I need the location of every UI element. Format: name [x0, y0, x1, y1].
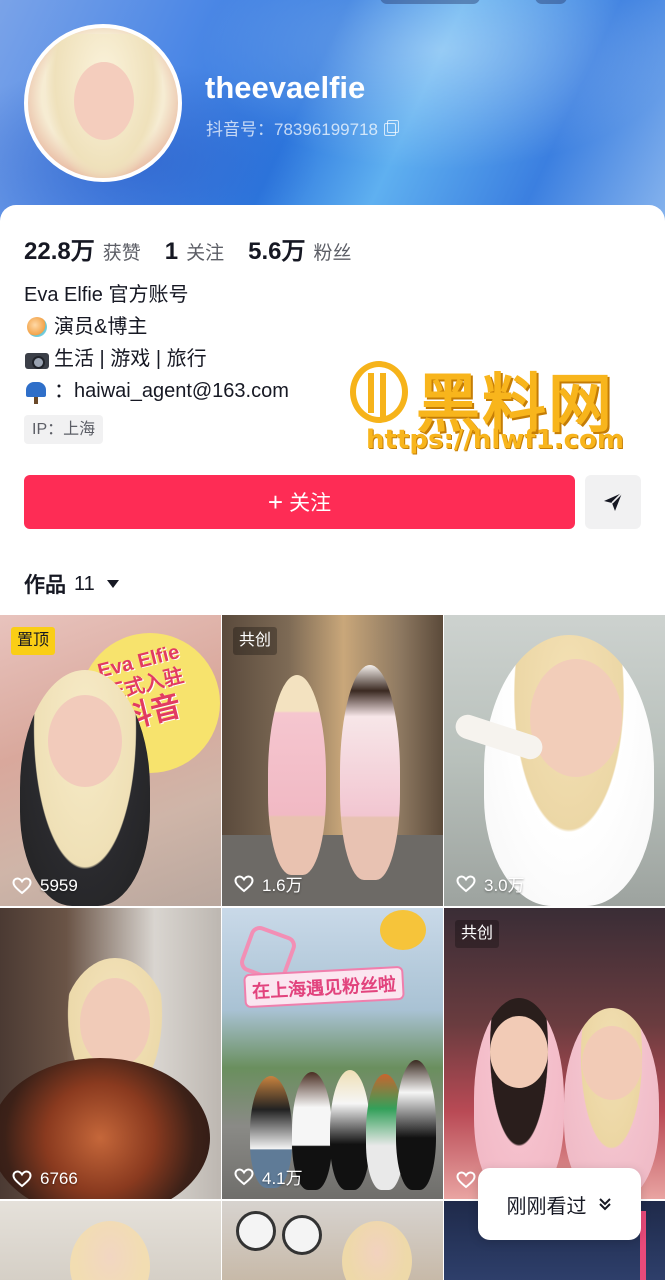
- video-tile[interactable]: 共创: [444, 908, 665, 1199]
- ip-location-badge: IP：上海: [24, 415, 104, 444]
- like-count-text: 4.1万: [262, 1169, 303, 1188]
- like-count: 6766: [12, 1169, 78, 1189]
- bio-text: 演员&博主: [54, 316, 148, 338]
- like-count: 5959: [12, 876, 78, 896]
- person-face: [490, 1016, 548, 1088]
- status-pill: [380, 0, 480, 4]
- like-count-text: 3.0万: [484, 876, 525, 895]
- video-tile[interactable]: 共创 1.6万: [222, 615, 443, 906]
- like-count: 4.1万: [234, 1164, 303, 1189]
- heart-icon: [234, 874, 254, 892]
- person-face: [80, 978, 150, 1068]
- heart-icon: [456, 1171, 476, 1189]
- follow-label: 关注: [289, 492, 332, 515]
- video-tile[interactable]: 6766: [0, 908, 221, 1199]
- likes-label[interactable]: 获赞: [103, 238, 141, 265]
- bio-text: 生活 | 游戏 | 旅行: [54, 348, 207, 370]
- person-figure: [268, 675, 326, 875]
- avatar-face: [74, 62, 134, 140]
- collab-badge: 共创: [455, 920, 500, 948]
- person-figure: [396, 1060, 436, 1190]
- works-count: 11: [74, 572, 95, 595]
- person-face: [582, 1026, 642, 1100]
- person-figure: [340, 665, 400, 880]
- send-icon: [604, 492, 623, 511]
- video-tile[interactable]: [222, 1201, 443, 1280]
- follow-button[interactable]: + 关注: [24, 475, 575, 529]
- person-figure: [330, 1070, 370, 1190]
- plus-icon: +: [267, 487, 284, 517]
- like-count: 1.6万: [234, 871, 303, 896]
- video-tile[interactable]: 3.0万: [444, 615, 665, 906]
- share-button[interactable]: [585, 475, 641, 529]
- bio-text: Eva Elfie 官方账号: [24, 284, 189, 306]
- bio-text: ：haiwai_agent@163.com: [54, 380, 289, 402]
- panda-toy: [282, 1215, 322, 1255]
- bio-line: Eva Elfie 官方账号: [24, 279, 289, 311]
- video-tile[interactable]: 在上海遇见粉丝啦 4.1万: [222, 908, 443, 1199]
- recently-viewed-label: 刚刚看过: [506, 1195, 587, 1218]
- like-count-text: 5959: [40, 876, 78, 895]
- caret-down-icon: [106, 580, 119, 588]
- video-tile[interactable]: Eva Elfie 正式入驻 抖音 置顶 5959: [0, 615, 221, 906]
- douyin-id-text: 抖音号：78396199718: [206, 120, 379, 139]
- works-tab-label: 作品: [24, 574, 66, 597]
- heart-icon: [234, 1167, 254, 1185]
- works-tab[interactable]: 作品 11: [24, 569, 119, 599]
- copy-icon[interactable]: [384, 120, 400, 136]
- following-label[interactable]: 关注: [186, 238, 224, 265]
- person-face: [530, 659, 622, 777]
- person-face: [48, 695, 122, 787]
- emoji-sticker: [380, 910, 426, 950]
- heart-icon: [456, 874, 476, 892]
- bio-line: 演员&博主: [24, 311, 289, 343]
- avatar[interactable]: [24, 24, 182, 182]
- like-count: [456, 1171, 476, 1189]
- followers-count[interactable]: 5.6万: [248, 231, 305, 266]
- watermark: 黑料网 https://hlwf1.com: [350, 355, 650, 455]
- camera-emoji-icon: [24, 346, 50, 372]
- double-chevron-down-icon: [598, 1198, 611, 1211]
- likes-count[interactable]: 22.8万: [24, 231, 95, 266]
- heart-icon: [12, 877, 32, 895]
- followers-label[interactable]: 粉丝: [313, 238, 351, 265]
- watermark-logo: [350, 361, 408, 423]
- like-count: 3.0万: [456, 871, 525, 896]
- heart-icon: [12, 1170, 32, 1188]
- like-count-text: 6766: [40, 1169, 78, 1188]
- profile-card: 22.8万 获赞 1 关注 5.6万 粉丝 Eva Elfie 官方账号 演员&…: [0, 205, 665, 1280]
- panda-toy: [236, 1211, 276, 1251]
- status-pill-small: [535, 0, 567, 4]
- pinned-badge: 置顶: [11, 627, 56, 655]
- bio: Eva Elfie 官方账号 演员&博主 生活 | 游戏 | 旅行 ：haiwa…: [24, 279, 289, 407]
- mailbox-emoji-icon: [24, 378, 50, 404]
- watermark-url: https://hlwf1.com: [366, 425, 624, 455]
- bio-line: ：haiwai_agent@163.com: [24, 375, 289, 407]
- video-tile[interactable]: [0, 1201, 221, 1280]
- username: theevaelfie: [205, 70, 366, 105]
- collab-badge: 共创: [233, 627, 278, 655]
- bio-line: 生活 | 游戏 | 旅行: [24, 343, 289, 375]
- fairy-emoji-icon: [24, 314, 50, 340]
- douyin-id[interactable]: 抖音号：78396199718: [206, 115, 400, 140]
- following-count[interactable]: 1: [165, 238, 178, 266]
- like-count-text: 1.6万: [262, 876, 303, 895]
- stats-row: 22.8万 获赞 1 关注 5.6万 粉丝: [24, 231, 376, 266]
- recently-viewed-button[interactable]: 刚刚看过: [478, 1168, 641, 1240]
